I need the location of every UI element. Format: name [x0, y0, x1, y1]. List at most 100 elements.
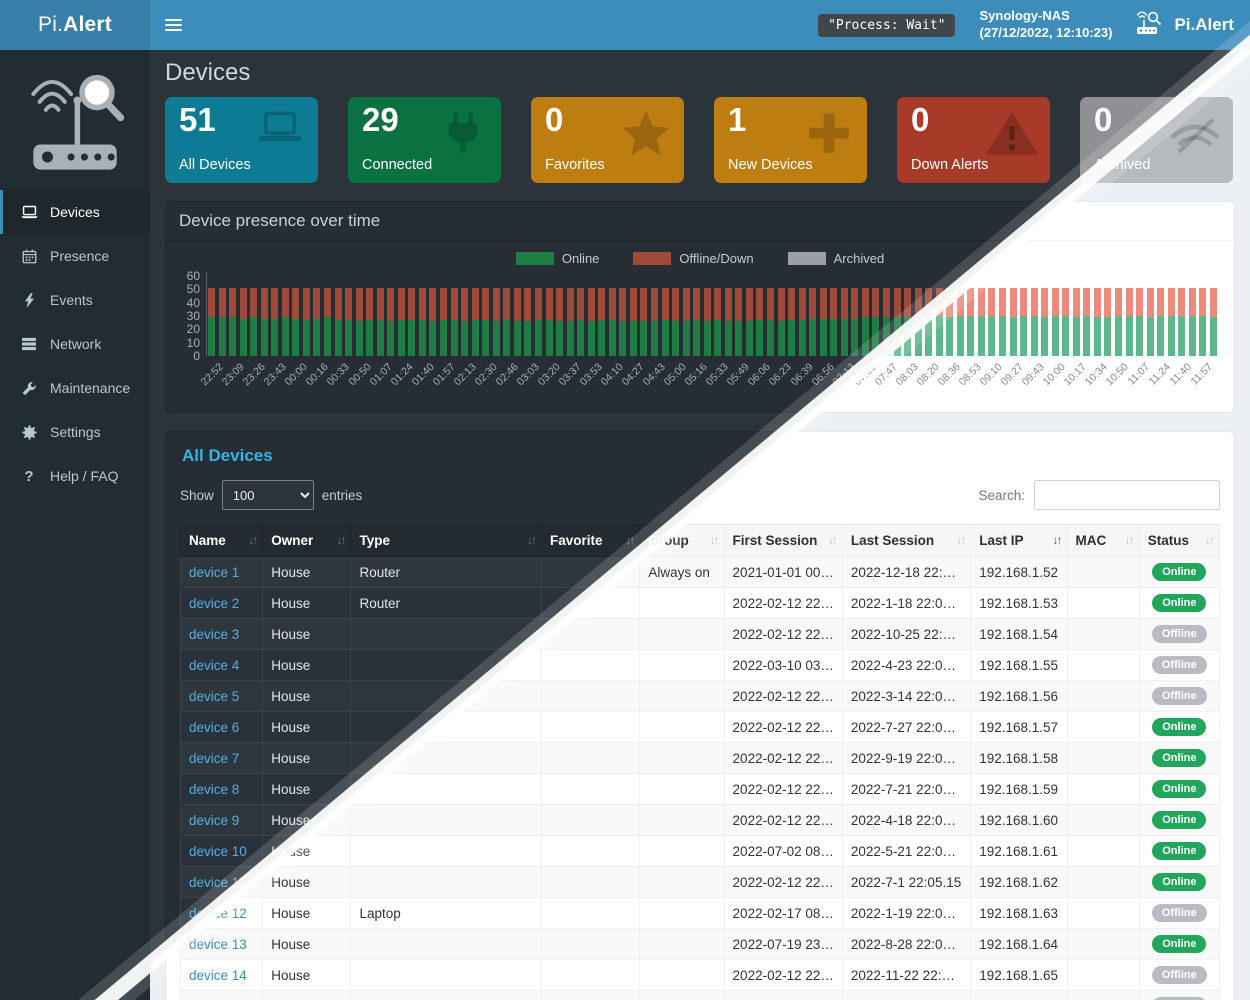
card-label: All Devices [179, 157, 251, 173]
column-header-last_session[interactable]: Last Session↓↑ [842, 525, 970, 557]
cell-favorite [542, 743, 640, 774]
cell-first_session: 2022-02-12 22:05 [724, 743, 842, 774]
cell-status: Offline [1139, 650, 1219, 681]
cell-last_ip: 192.168.1.57 [971, 712, 1067, 743]
device-link[interactable]: device 7 [189, 751, 239, 766]
legend-item-offline: Offline/Down [633, 251, 753, 266]
column-header-favorite[interactable]: Favorite↓↑ [542, 525, 640, 557]
card-connected[interactable]: 29 Connected [348, 97, 501, 183]
column-header-owner[interactable]: Owner↓↑ [263, 525, 351, 557]
chart-bar [609, 288, 616, 356]
device-link[interactable]: device 10 [189, 844, 247, 859]
device-link[interactable]: device 1 [189, 565, 239, 580]
chart-bar [809, 288, 816, 356]
device-link[interactable]: device 11 [189, 875, 246, 890]
device-link[interactable]: device 13 [189, 937, 247, 952]
legend-swatch-archived [788, 252, 826, 265]
column-header-group[interactable]: Group↓↑ [640, 525, 724, 557]
pialert-logo [0, 50, 150, 190]
chart-bar [978, 288, 985, 356]
cell-name: device 9 [181, 805, 263, 836]
cell-last_session: 2022-11-22 22:05.54 [842, 960, 970, 991]
top-navbar: Pi.Alert "Process: Wait" Synology-NAS (2… [0, 0, 1250, 50]
cell-favorite [542, 650, 640, 681]
cell-mac [1067, 805, 1139, 836]
sidebar-toggle-hamburger-icon[interactable] [150, 0, 196, 50]
device-link[interactable]: device 4 [189, 658, 239, 673]
chart-bar [271, 288, 278, 356]
sidebar-item-maintenance[interactable]: Maintenance [0, 366, 150, 410]
table-row: device 3House2022-02-12 22:052022-10-25 … [181, 619, 1220, 650]
table-row: device 2HouseRouter2022-02-12 22:052022-… [181, 588, 1220, 619]
legend-item-online: Online [516, 251, 600, 266]
cell-group [640, 774, 724, 805]
card-new-devices[interactable]: 1 New Devices [714, 97, 867, 183]
cell-type [351, 805, 542, 836]
sidebar-item-label: Events [50, 292, 93, 308]
cell-status: Online [1139, 743, 1219, 774]
sidebar-item-devices[interactable]: Devices [0, 190, 150, 234]
sidebar: Devices Presence Events Network [0, 50, 150, 1000]
chart-bar [714, 288, 721, 356]
chart-bar [535, 288, 542, 356]
sidebar-item-label: Devices [50, 204, 100, 220]
table-row: device 10House2022-07-02 08:152022-5-21 … [181, 836, 1220, 867]
cell-owner: House [263, 836, 351, 867]
main-content: Devices 51 All Devices 29 Connected [150, 50, 1250, 1000]
device-link[interactable]: device 3 [189, 627, 239, 642]
card-archived[interactable]: 0 Archived [1080, 97, 1233, 183]
chart-bar [788, 288, 795, 356]
app-logo-link[interactable]: Pi.Alert [0, 0, 150, 50]
column-header-last_ip[interactable]: Last IP↓↑ [971, 525, 1067, 557]
cell-first_session: 2022-02-12 22:05 [724, 991, 842, 1000]
column-header-status[interactable]: Status↓↑ [1139, 525, 1219, 557]
cell-name: device 3 [181, 619, 263, 650]
chart-bar [735, 288, 742, 356]
sidebar-item-help[interactable]: ? Help / FAQ [0, 454, 150, 498]
question-icon: ? [19, 468, 39, 485]
card-value: 0 [911, 101, 929, 139]
cell-first_session: 2022-03-10 03:55 [724, 650, 842, 681]
cell-group [640, 805, 724, 836]
device-link[interactable]: device 14 [189, 968, 247, 983]
card-value: 0 [1094, 101, 1112, 139]
card-favorites[interactable]: 0 Favorites [531, 97, 684, 183]
cell-type [351, 712, 542, 743]
column-header-mac[interactable]: MAC↓↑ [1067, 525, 1139, 557]
sidebar-item-events[interactable]: Events [0, 278, 150, 322]
cell-owner: House [263, 619, 351, 650]
cell-last_session: 2022-3-14 22:05.44 [842, 681, 970, 712]
devices-table: Name↓↑Owner↓↑Type↓↑Favorite↓↑Group↓↑Firs… [180, 524, 1220, 1000]
chart-bar [936, 288, 943, 356]
device-link[interactable]: device 12 [189, 906, 247, 921]
sidebar-item-network[interactable]: Network [0, 322, 150, 366]
legend-swatch-online [516, 252, 554, 265]
column-header-type[interactable]: Type↓↑ [351, 525, 542, 557]
cell-favorite [542, 805, 640, 836]
page-length-select[interactable]: 100 [222, 480, 314, 510]
chart-bars [208, 266, 1218, 356]
column-header-first_session[interactable]: First Session↓↑ [724, 525, 842, 557]
device-link[interactable]: device 8 [189, 782, 239, 797]
cell-owner: House [263, 929, 351, 960]
cell-owner: House [263, 867, 351, 898]
sidebar-item-label: Network [50, 336, 101, 352]
cell-group [640, 836, 724, 867]
device-link[interactable]: device 2 [189, 596, 239, 611]
device-link[interactable]: device 6 [189, 720, 239, 735]
cell-mac [1067, 960, 1139, 991]
sidebar-item-settings[interactable]: Settings [0, 410, 150, 454]
device-link[interactable]: device 5 [189, 689, 239, 704]
cell-owner: House [263, 805, 351, 836]
laptop-icon [19, 205, 39, 219]
header-brand-link[interactable]: Pi.Alert [1136, 10, 1234, 41]
chart-bar [482, 288, 489, 356]
sidebar-item-presence[interactable]: Presence [0, 234, 150, 278]
search-input[interactable] [1034, 480, 1220, 510]
chart-bar [366, 288, 373, 356]
column-header-name[interactable]: Name↓↑ [181, 525, 263, 557]
card-down-alerts[interactable]: 0 Down Alerts [897, 97, 1050, 183]
device-link[interactable]: device 9 [189, 813, 239, 828]
card-all-devices[interactable]: 51 All Devices [165, 97, 318, 183]
chart-bar [451, 288, 458, 356]
